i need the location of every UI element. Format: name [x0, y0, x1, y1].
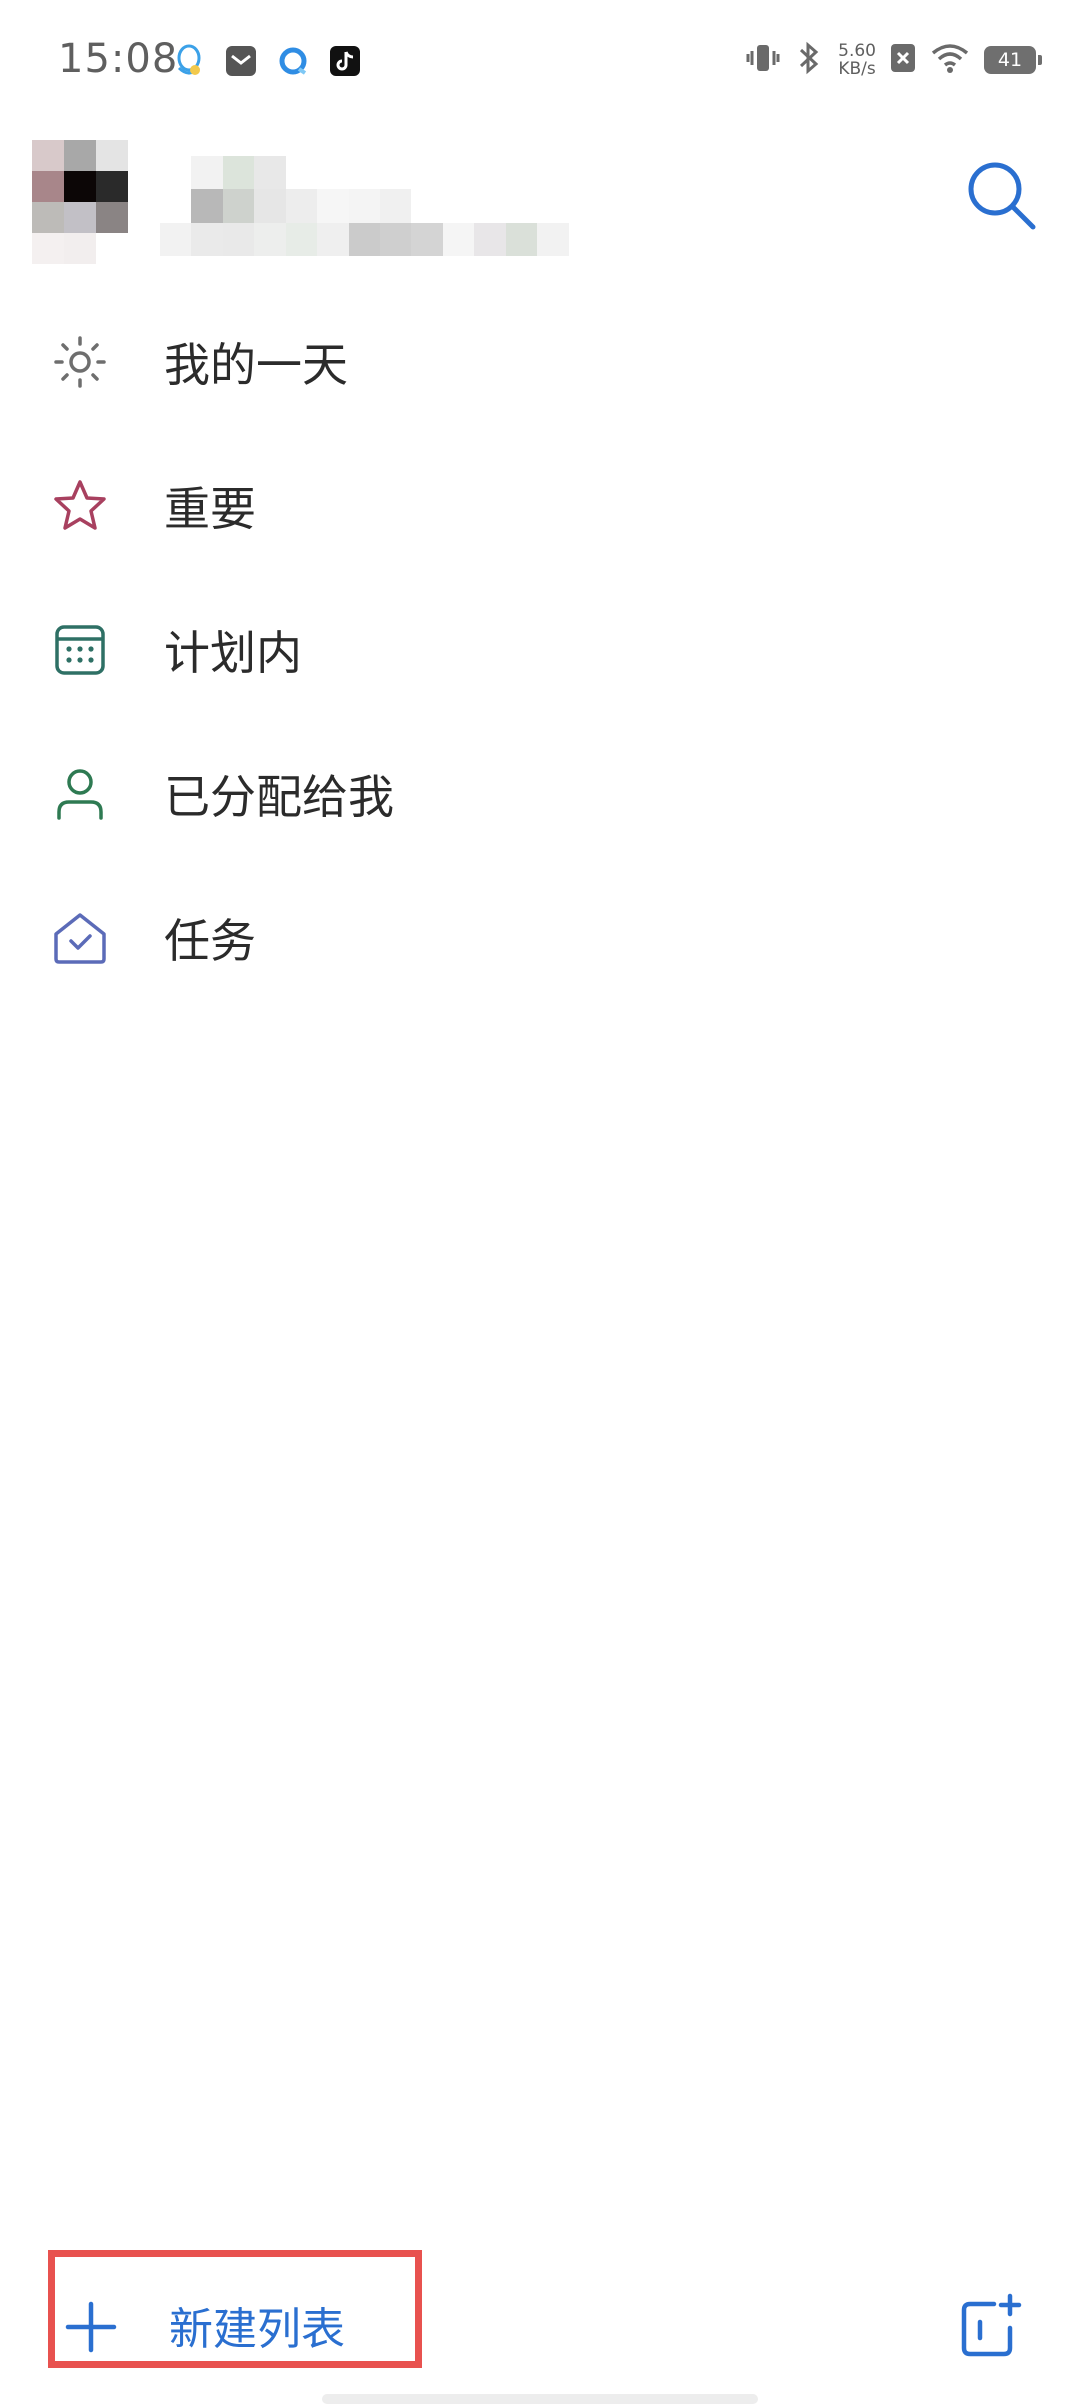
account-header[interactable] — [0, 130, 1080, 280]
status-bar: 15:08 5.60 KB/s 41 — [0, 0, 1080, 130]
network-speed-unit: KB/s — [838, 59, 876, 79]
network-speed-value: 5.60 — [838, 41, 876, 61]
mail-app-icon — [224, 44, 258, 78]
nav-item-planned[interactable]: 计划内 — [0, 578, 1080, 722]
system-icons: 5.60 KB/s 41 — [746, 40, 1042, 80]
bluetooth-icon — [794, 40, 824, 80]
new-group-icon — [961, 2293, 1022, 2357]
network-speed: 5.60 KB/s — [838, 42, 876, 78]
avatar[interactable] — [32, 140, 128, 264]
qq-icon — [172, 44, 206, 78]
account-name-redacted — [160, 156, 600, 256]
nav-item-label: 任务 — [164, 914, 256, 968]
home-check-icon — [50, 908, 110, 968]
search-button[interactable] — [956, 150, 1046, 240]
notification-icons — [172, 44, 362, 78]
nav-item-label: 已分配给我 — [164, 770, 394, 824]
new-list-label: 新建列表 — [169, 2304, 345, 2355]
nav-item-tasks[interactable]: 任务 — [0, 866, 1080, 1010]
vibrate-icon — [746, 41, 780, 79]
nav-item-important[interactable]: 重要 — [0, 434, 1080, 578]
sun-icon — [50, 332, 110, 392]
calendar-icon — [50, 620, 110, 680]
nav-item-label: 我的一天 — [164, 338, 348, 392]
star-icon — [50, 476, 110, 536]
nav-item-label: 计划内 — [164, 626, 302, 680]
plus-icon — [63, 2299, 119, 2355]
smart-lists: 我的一天 重要 计划内 已分配给我 任务 — [0, 290, 1080, 1010]
new-group-button[interactable] — [954, 2290, 1028, 2364]
nav-item-label: 重要 — [164, 482, 256, 536]
wifi-icon — [930, 42, 970, 78]
status-time: 15:08 — [58, 36, 179, 82]
tiktok-icon — [328, 44, 362, 78]
bottom-bar: 新建列表 — [0, 2240, 1080, 2380]
no-sim-icon — [890, 43, 916, 77]
home-indicator[interactable] — [322, 2394, 758, 2404]
person-icon — [50, 764, 110, 824]
browser-app-icon — [276, 44, 310, 78]
search-icon — [968, 162, 1036, 230]
nav-item-assigned-to-me[interactable]: 已分配给我 — [0, 722, 1080, 866]
nav-item-my-day[interactable]: 我的一天 — [0, 290, 1080, 434]
new-list-button[interactable]: 新建列表 — [48, 2250, 422, 2368]
battery-icon: 41 — [984, 46, 1042, 74]
